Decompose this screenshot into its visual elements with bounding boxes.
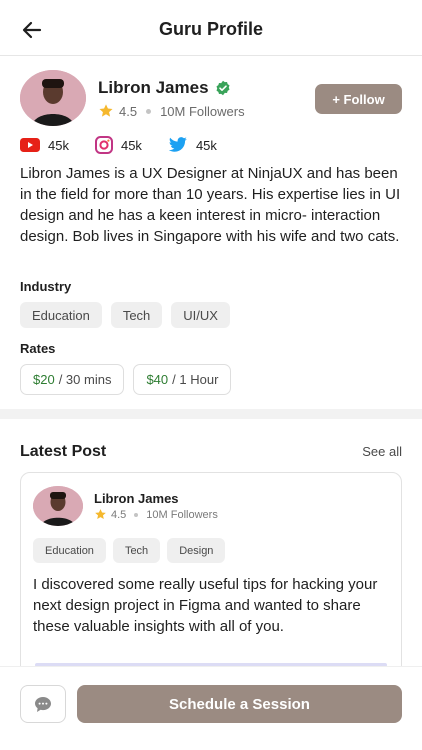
rate-price: $40 — [146, 372, 169, 387]
youtube-icon — [20, 138, 40, 152]
post-tag[interactable]: Education — [33, 538, 106, 563]
see-all-link[interactable]: See all — [362, 444, 402, 459]
avatar-image — [20, 70, 86, 126]
profile-bio: Libron James is a UX Designer at NinjaUX… — [20, 165, 401, 245]
post-text: I discovered some really useful tips for… — [33, 576, 378, 635]
chat-button[interactable] — [20, 685, 66, 723]
social-stats: 45k 45k 45k — [20, 136, 243, 154]
schedule-session-button[interactable]: Schedule a Session — [77, 685, 402, 723]
youtube-count: 45k — [48, 137, 69, 153]
rate-option[interactable]: $20 / 30 mins — [20, 364, 125, 395]
industry-chip[interactable]: Tech — [110, 302, 163, 328]
bottom-action-bar: Schedule a Session — [0, 666, 422, 750]
industry-chip[interactable]: UI/UX — [171, 302, 230, 328]
chat-bubble-icon — [35, 696, 51, 712]
rate-option[interactable]: $40 / 1 Hour — [133, 364, 232, 395]
followers-count: 10M Followers — [146, 508, 218, 521]
social-youtube[interactable]: 45k — [20, 138, 69, 153]
name-row: Libron James — [98, 78, 231, 98]
instagram-count: 45k — [120, 137, 142, 153]
profile-stats: 4.5 10M Followers — [98, 103, 245, 119]
twitter-count: 45k — [195, 137, 217, 153]
section-divider — [0, 409, 422, 419]
follow-button[interactable]: + Follow — [315, 84, 402, 114]
verified-badge-icon — [216, 80, 230, 96]
star-icon — [99, 104, 113, 117]
post-avatar[interactable] — [33, 486, 83, 526]
profile-name: Libron James — [98, 78, 209, 97]
post-author-stats: 4.5 10M Followers — [94, 508, 218, 521]
rating-value: 4.5 — [111, 508, 127, 521]
twitter-icon — [168, 137, 187, 152]
separator-dot — [134, 512, 139, 517]
instagram-icon — [94, 136, 113, 154]
separator-dot — [146, 108, 152, 114]
avatar[interactable] — [20, 70, 86, 126]
rate-price: $20 — [33, 372, 55, 387]
latest-post-title: Latest Post — [20, 443, 107, 460]
followers-count: 10M Followers — [160, 103, 245, 119]
star-icon — [95, 509, 106, 520]
social-twitter[interactable]: 45k — [168, 137, 217, 153]
post-tags: Education Tech Design — [33, 538, 226, 563]
rates-label: Rates — [20, 341, 56, 356]
industry-chip[interactable]: Education — [20, 302, 102, 328]
app-header: Guru Profile — [0, 0, 422, 56]
post-tag[interactable]: Tech — [112, 538, 161, 563]
industry-chips: Education Tech UI/UX — [20, 302, 230, 328]
rate-unit: / 1 Hour — [172, 372, 219, 387]
industry-label: Industry — [20, 279, 72, 294]
social-instagram[interactable]: 45k — [94, 136, 142, 154]
post-tag[interactable]: Design — [167, 538, 226, 563]
rate-unit: / 30 mins — [58, 372, 112, 387]
post-author-name: Libron James — [94, 491, 179, 506]
avatar-image — [33, 486, 83, 526]
rating-value: 4.5 — [119, 103, 138, 119]
rate-options: $20 / 30 mins $40 / 1 Hour — [20, 364, 232, 395]
page-title: Guru Profile — [158, 19, 263, 39]
